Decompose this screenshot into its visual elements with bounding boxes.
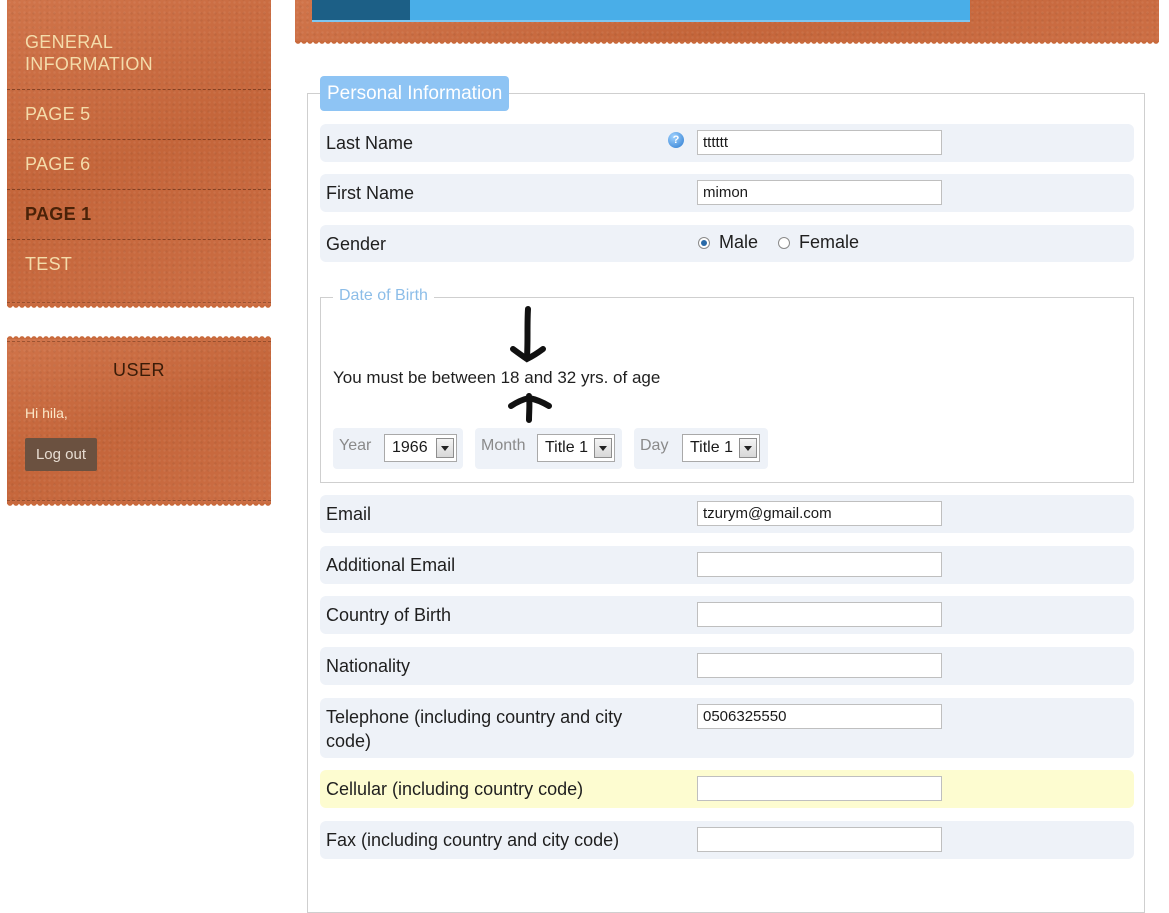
chevron-down-icon[interactable] bbox=[594, 438, 612, 458]
cellular-input[interactable] bbox=[697, 776, 942, 801]
sidebar-item-label: PAGE 5 bbox=[25, 104, 91, 124]
tab-bar bbox=[312, 0, 970, 22]
email-input[interactable] bbox=[697, 501, 942, 526]
tab-4[interactable] bbox=[610, 0, 708, 20]
cellular-label: Cellular (including country code) bbox=[326, 779, 584, 799]
user-greeting: Hi hila, bbox=[25, 405, 68, 421]
sidebar-nav: GENERAL INFORMATION PAGE 5 PAGE 6 PAGE 1… bbox=[7, 0, 271, 310]
first-name-input[interactable] bbox=[697, 180, 942, 205]
age-requirement-note: You must be between 18 and 32 yrs. of ag… bbox=[333, 368, 661, 387]
top-header bbox=[295, 0, 1159, 46]
nationality-label: Nationality bbox=[326, 656, 411, 676]
tab-3[interactable] bbox=[510, 0, 608, 20]
sidebar-item-page-5[interactable]: PAGE 5 bbox=[7, 90, 271, 140]
sidebar-item-test[interactable]: TEST bbox=[7, 240, 271, 306]
female-radio[interactable] bbox=[778, 237, 790, 249]
arrow-down-annotation bbox=[510, 306, 546, 363]
gender-row: Gender Male Female bbox=[320, 225, 1134, 262]
gender-label: Gender bbox=[326, 234, 387, 254]
logout-button[interactable]: Log out bbox=[25, 438, 97, 471]
tab-2[interactable] bbox=[410, 0, 508, 20]
email-row: Email bbox=[320, 495, 1134, 533]
female-label: Female bbox=[799, 232, 860, 252]
stitch-line bbox=[7, 341, 271, 342]
chevron-down-icon[interactable] bbox=[436, 438, 454, 458]
last-name-label: Last Name bbox=[326, 133, 414, 153]
last-name-input[interactable] bbox=[697, 130, 942, 155]
section-title: Personal Information bbox=[320, 76, 510, 111]
tab-page-1[interactable] bbox=[312, 0, 410, 20]
male-label: Male bbox=[719, 232, 759, 252]
arrow-up-annotation bbox=[508, 393, 552, 423]
year-group: Year 1966 bbox=[333, 428, 463, 469]
country-of-birth-row: Country of Birth bbox=[320, 596, 1134, 634]
additional-email-input[interactable] bbox=[697, 552, 942, 577]
user-panel: USER Hi hila, Log out bbox=[7, 334, 271, 508]
country-of-birth-label: Country of Birth bbox=[326, 605, 452, 625]
day-select-value: Title 1 bbox=[690, 439, 733, 456]
email-label: Email bbox=[326, 504, 372, 524]
male-radio[interactable] bbox=[698, 237, 710, 249]
telephone-label: Telephone (including country and city bbox=[326, 707, 623, 727]
year-select-value: 1966 bbox=[392, 439, 428, 456]
telephone-input[interactable] bbox=[697, 704, 942, 729]
fax-label: Fax (including country and city code) bbox=[326, 830, 620, 850]
sidebar-item-page-1[interactable]: PAGE 1 bbox=[7, 190, 271, 240]
sidebar-item-label: TEST bbox=[25, 254, 73, 274]
month-group: Month Title 1 bbox=[475, 428, 622, 469]
tab-6[interactable] bbox=[810, 0, 908, 20]
fax-input[interactable] bbox=[697, 827, 942, 852]
day-group: Day Title 1 bbox=[634, 428, 768, 469]
additional-email-row: Additional Email bbox=[320, 546, 1134, 584]
country-of-birth-input[interactable] bbox=[697, 602, 942, 627]
sidebar-item-label: PAGE 6 bbox=[25, 154, 91, 174]
cellular-row: Cellular (including country code) bbox=[320, 770, 1134, 808]
chevron-down-icon[interactable] bbox=[739, 438, 757, 458]
stitch-line bbox=[7, 500, 271, 501]
month-select[interactable]: Title 1 bbox=[537, 434, 615, 462]
nationality-input[interactable] bbox=[697, 653, 942, 678]
fax-row: Fax (including country and city code) bbox=[320, 821, 1134, 859]
sidebar-item-label: PAGE 1 bbox=[25, 204, 92, 224]
telephone-label-continued: code) bbox=[326, 731, 372, 751]
user-panel-title: USER bbox=[112, 360, 165, 380]
additional-email-label: Additional Email bbox=[326, 555, 456, 575]
sidebar-item-label: GENERAL INFORMATION bbox=[25, 32, 153, 74]
year-label: Year bbox=[339, 437, 372, 454]
first-name-label: First Name bbox=[326, 183, 415, 203]
first-name-row: First Name bbox=[320, 174, 1134, 212]
sidebar-item-general-information[interactable]: GENERAL INFORMATION bbox=[7, 0, 271, 90]
tab-5[interactable] bbox=[710, 0, 808, 20]
month-select-value: Title 1 bbox=[545, 439, 588, 456]
sidebar-item-page-6[interactable]: PAGE 6 bbox=[7, 140, 271, 190]
day-label: Day bbox=[640, 437, 669, 454]
day-select[interactable]: Title 1 bbox=[682, 434, 760, 462]
month-label: Month bbox=[481, 437, 526, 454]
date-of-birth-legend: Date of Birth bbox=[333, 287, 434, 305]
year-select[interactable]: 1966 bbox=[384, 434, 457, 462]
telephone-row: Telephone (including country and city co… bbox=[320, 698, 1134, 758]
nationality-row: Nationality bbox=[320, 647, 1134, 685]
last-name-row: Last Name ? bbox=[320, 124, 1134, 162]
help-icon[interactable]: ? bbox=[668, 132, 684, 148]
